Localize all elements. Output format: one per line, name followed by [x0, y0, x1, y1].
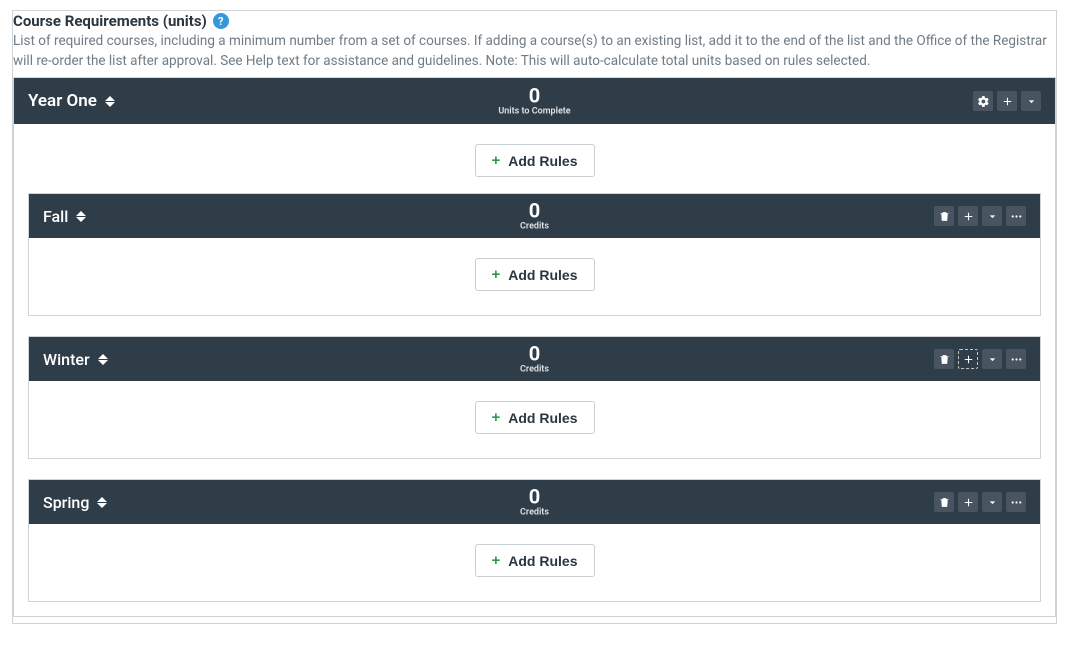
plus-icon: + [492, 409, 501, 426]
sort-icon [98, 354, 108, 365]
year-body: + Add Rules [14, 124, 1055, 193]
plus-icon[interactable] [997, 91, 1017, 111]
chevron-down-icon[interactable] [982, 349, 1002, 369]
chevron-down-icon[interactable] [982, 206, 1002, 226]
term-credits-label: Credits [520, 365, 549, 375]
term-credits-value: 0 [520, 487, 549, 507]
term-title-text: Winter [43, 350, 90, 369]
more-icon[interactable] [1006, 206, 1026, 226]
year-title-text: Year One [28, 91, 97, 111]
help-icon[interactable]: ? [213, 13, 229, 29]
plus-icon[interactable] [958, 492, 978, 512]
add-rules-label: Add Rules [508, 153, 577, 169]
add-rules-label: Add Rules [508, 410, 577, 426]
gear-icon[interactable] [973, 91, 993, 111]
plus-icon: + [492, 552, 501, 569]
trash-icon[interactable] [934, 349, 954, 369]
chevron-down-icon[interactable] [982, 492, 1002, 512]
term-header-bar: Spring 0 Credits [29, 480, 1040, 524]
year-header-bar: Year One 0 Units to Complete [14, 78, 1055, 124]
term-body: + Add Rules [29, 524, 1040, 601]
term-title[interactable]: Winter [43, 350, 108, 369]
more-icon[interactable] [1006, 349, 1026, 369]
add-rules-button[interactable]: + Add Rules [475, 144, 595, 177]
term-title-text: Fall [43, 207, 68, 226]
section-description: List of required courses, including a mi… [13, 32, 1056, 71]
plus-icon: + [492, 152, 501, 169]
term-title[interactable]: Spring [43, 493, 107, 512]
year-units-label: Units to Complete [498, 107, 570, 117]
add-rules-label: Add Rules [508, 267, 577, 283]
add-rules-button[interactable]: + Add Rules [475, 544, 595, 577]
term-title-text: Spring [43, 493, 89, 512]
sort-icon [97, 497, 107, 508]
sort-icon [105, 96, 115, 107]
term-credits-display: 0 Credits [520, 201, 549, 232]
trash-icon[interactable] [934, 492, 954, 512]
more-icon[interactable] [1006, 492, 1026, 512]
term-block: Winter 0 Credits [28, 336, 1041, 459]
term-credits-display: 0 Credits [520, 487, 549, 518]
year-units-value: 0 [498, 86, 570, 106]
year-block: Year One 0 Units to Complete [13, 77, 1056, 617]
term-block: Spring 0 Credits [28, 479, 1041, 602]
term-title[interactable]: Fall [43, 207, 86, 226]
term-credits-label: Credits [520, 508, 549, 518]
add-rules-button[interactable]: + Add Rules [475, 401, 595, 434]
section-title: Course Requirements (units) ? [13, 12, 229, 30]
term-credits-label: Credits [520, 222, 549, 232]
term-credits-display: 0 Credits [520, 344, 549, 375]
trash-icon[interactable] [934, 206, 954, 226]
add-rules-button[interactable]: + Add Rules [475, 258, 595, 291]
plus-icon[interactable] [958, 349, 978, 369]
year-units-display: 0 Units to Complete [498, 86, 570, 117]
plus-icon[interactable] [958, 206, 978, 226]
year-title[interactable]: Year One [28, 91, 115, 111]
term-body: + Add Rules [29, 381, 1040, 458]
chevron-down-icon[interactable] [1021, 91, 1041, 111]
term-body: + Add Rules [29, 238, 1040, 315]
term-credits-value: 0 [520, 201, 549, 221]
plus-icon: + [492, 266, 501, 283]
add-rules-label: Add Rules [508, 553, 577, 569]
sort-icon [76, 211, 86, 222]
term-credits-value: 0 [520, 344, 549, 364]
term-header-bar: Winter 0 Credits [29, 337, 1040, 381]
term-block: Fall 0 Credits [28, 193, 1041, 316]
term-header-bar: Fall 0 Credits [29, 194, 1040, 238]
section-title-text: Course Requirements (units) [13, 12, 207, 30]
